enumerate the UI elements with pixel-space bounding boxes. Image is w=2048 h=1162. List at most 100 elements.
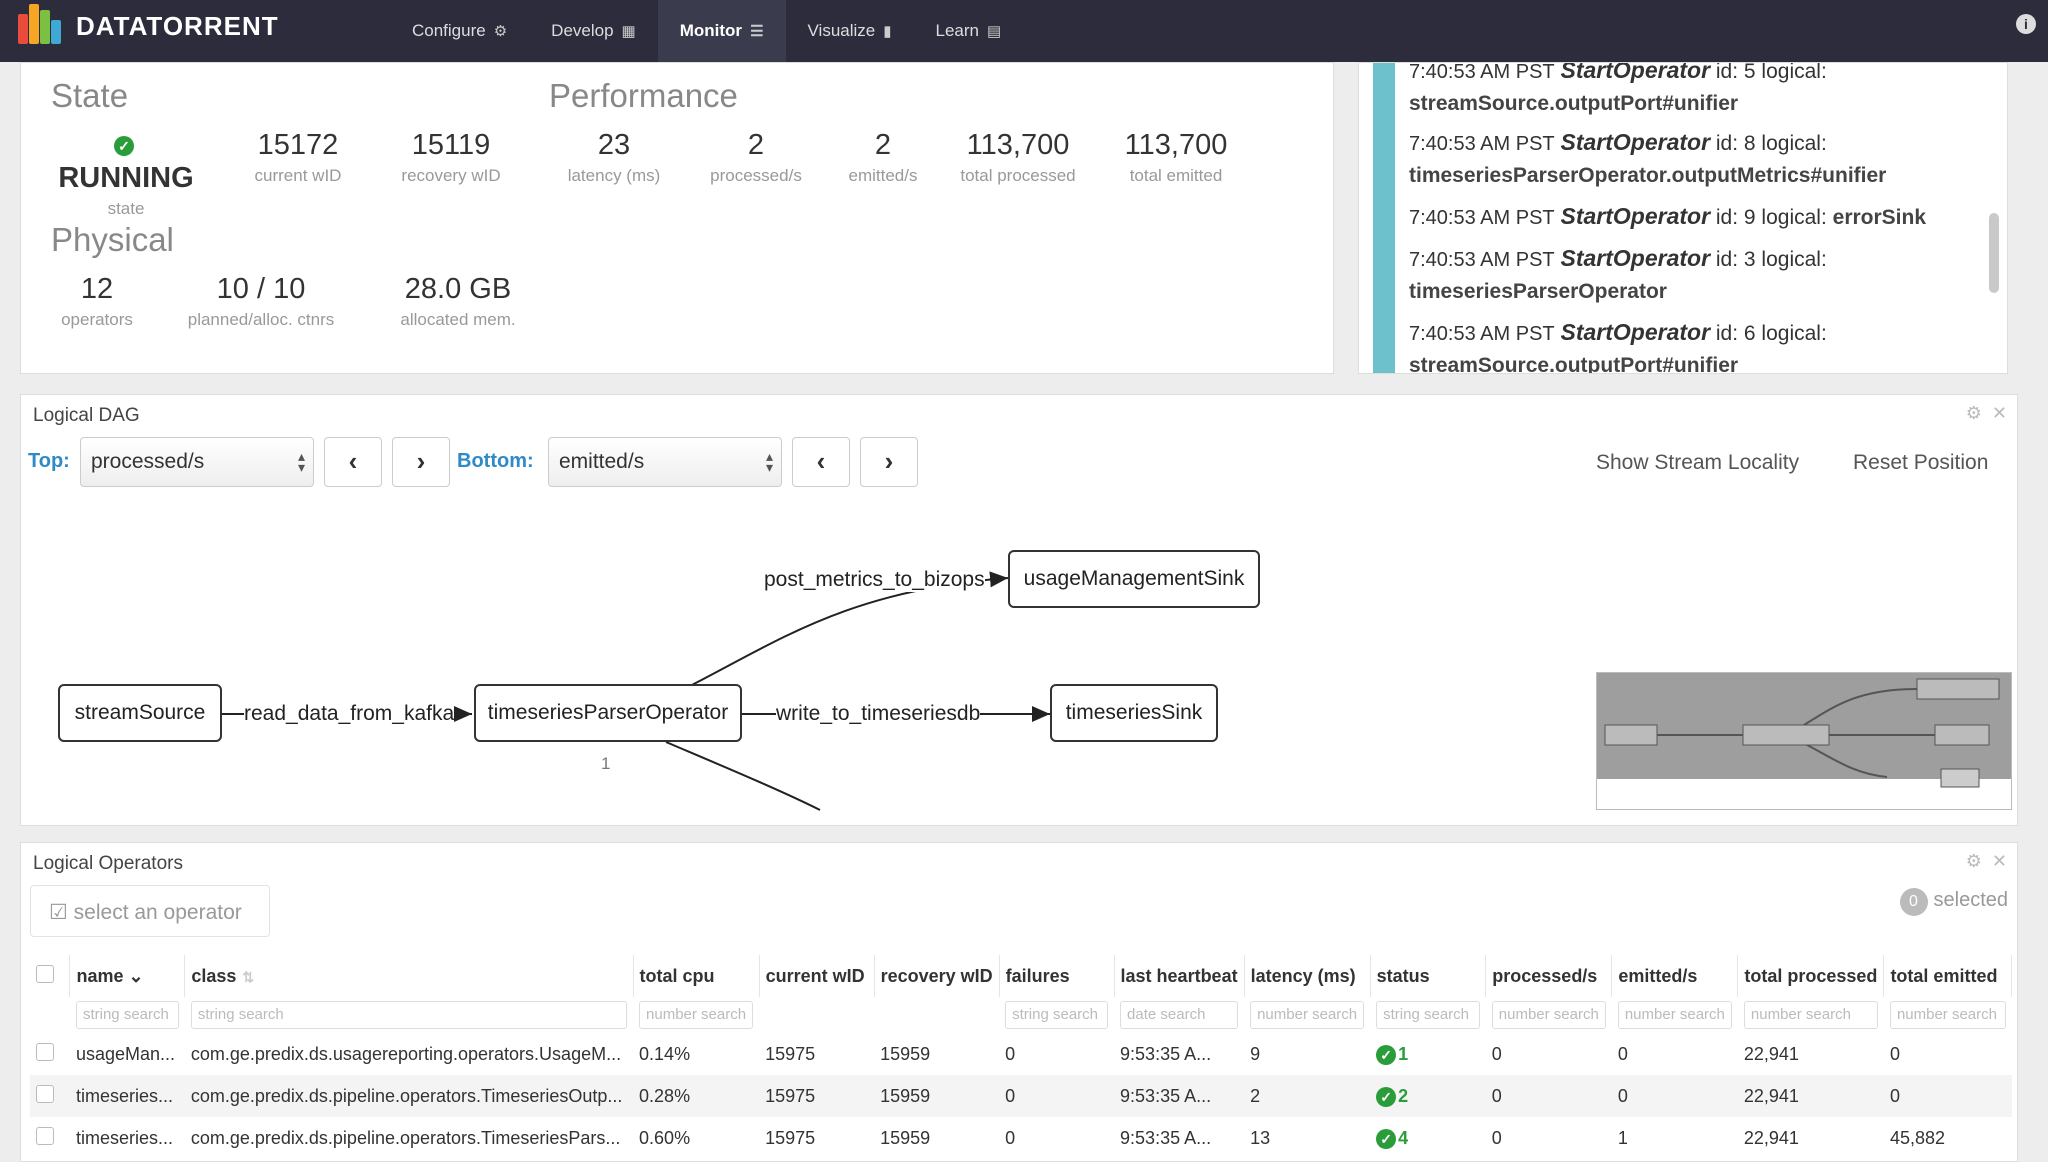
cell-failures: 0 (1005, 1043, 1016, 1064)
col-recovery-wid[interactable]: recovery wID (874, 955, 1000, 997)
total-processed-filter-input[interactable]: number search (1743, 1001, 1878, 1029)
col-last-heartbeat[interactable]: last heartbeat (1114, 955, 1245, 997)
filter-cell: string search (1370, 997, 1486, 1033)
edge-label-kafka: read_data_from_kafka (244, 702, 455, 726)
table-row[interactable]: timeseries... com.ge.predix.ds.pipeline.… (30, 1075, 2012, 1117)
filter-cell: string search (999, 997, 1114, 1033)
status-count: 4 (1398, 1127, 1409, 1148)
cpu-filter-input[interactable]: number search (639, 1001, 754, 1029)
filter-cell: string search (185, 997, 633, 1033)
cell-recovery-wid: 15959 (880, 1127, 931, 1148)
col-label: class (191, 965, 237, 986)
row-select-cell[interactable] (30, 1033, 70, 1075)
heartbeat-filter-input[interactable]: date search (1120, 1001, 1239, 1029)
class-filter-input[interactable]: string search (190, 1001, 628, 1029)
col-emitted[interactable]: emitted/s (1611, 955, 1739, 997)
dag-node-streamsource[interactable]: streamSource (58, 684, 222, 742)
cell-heartbeat: 9:53:35 A... (1120, 1085, 1212, 1106)
dag-node-parser[interactable]: timeseriesParserOperator (474, 684, 742, 742)
filter-cell (30, 997, 70, 1033)
row-checkbox[interactable] (36, 1084, 54, 1103)
filter-cell: string search (70, 997, 185, 1033)
cell-emitted: 0 (1617, 1043, 1628, 1064)
cell-total-emitted: 0 (1889, 1043, 1900, 1064)
table-header: name ⌄ class ⇅ total cpu current wID reco… (30, 955, 2012, 997)
minimap-node (1742, 724, 1830, 746)
cell-cpu: 0.14% (639, 1043, 691, 1064)
edge-bizops (689, 571, 1009, 687)
cell-failures: 0 (1005, 1127, 1016, 1148)
cell-processed: 0 (1491, 1127, 1502, 1148)
failures-filter-input[interactable]: string search (1005, 1001, 1109, 1029)
cell-cpu: 0.60% (639, 1127, 691, 1148)
dag-node-usage-sink[interactable]: usageManagementSink (1008, 550, 1260, 608)
cell-current-wid: 15975 (765, 1043, 816, 1064)
cell-class: com.ge.predix.ds.pipeline.operators.Time… (190, 1085, 623, 1106)
filter-cell: number search (1884, 997, 2012, 1033)
filter-cell: number search (1244, 997, 1370, 1033)
col-failures[interactable]: failures (999, 955, 1115, 997)
parser-metric: 1 (601, 754, 611, 773)
select-operator-button[interactable]: ☑ select an operator (30, 885, 270, 937)
select-all-cell[interactable] (30, 955, 71, 997)
cell-processed: 0 (1491, 1085, 1502, 1106)
minimap-node (1940, 768, 1980, 788)
row-checkbox[interactable] (36, 1126, 54, 1145)
cell-total-processed: 22,941 (1743, 1127, 1799, 1148)
cell-name[interactable]: timeseries... (70, 1075, 185, 1117)
total-emitted-filter-input[interactable]: number search (1889, 1001, 2006, 1029)
col-total-processed[interactable]: total processed (1737, 955, 1885, 997)
cell-status: ✓ 1 (1370, 1033, 1486, 1075)
table-row[interactable]: timeseries... com.ge.predix.ds.pipeline.… (30, 1117, 2012, 1159)
col-status[interactable]: status (1370, 955, 1487, 997)
cell-status: ✓ 4 (1370, 1117, 1486, 1159)
cell-heartbeat: 9:53:35 A... (1120, 1043, 1212, 1064)
cell-recovery-wid: 15959 (880, 1043, 931, 1064)
panel-tools: ⚙ ✕ (1966, 851, 2007, 872)
col-latency[interactable]: latency (ms) (1244, 955, 1371, 997)
select-all-checkbox[interactable] (36, 964, 54, 983)
emitted-filter-input[interactable]: number search (1617, 1001, 1732, 1029)
col-total-emitted[interactable]: total emitted (1883, 955, 2012, 997)
selected-badge: 0 (1899, 888, 1928, 916)
minimap-node (1604, 724, 1658, 746)
gear-icon[interactable]: ⚙ (1966, 851, 1982, 872)
cell-emitted: 0 (1617, 1085, 1628, 1106)
cell-processed: 0 (1491, 1043, 1502, 1064)
cell-latency: 2 (1250, 1085, 1261, 1106)
cell-name[interactable]: timeseries... (70, 1117, 185, 1159)
cell-current-wid: 15975 (765, 1127, 816, 1148)
latency-filter-input[interactable]: number search (1250, 1001, 1365, 1029)
col-name[interactable]: name ⌄ (69, 955, 186, 997)
col-current-wid[interactable]: current wID (759, 955, 875, 997)
cell-total-processed: 22,941 (1743, 1043, 1799, 1064)
minimap-node (1934, 724, 1990, 746)
col-class[interactable]: class ⇅ (184, 955, 634, 997)
dag-node-ts-sink[interactable]: timeseriesSink (1050, 684, 1218, 742)
filter-cell: number search (1738, 997, 1884, 1033)
cell-heartbeat: 9:53:35 A... (1120, 1127, 1212, 1148)
col-processed[interactable]: processed/s (1485, 955, 1613, 997)
row-checkbox[interactable] (36, 1042, 54, 1061)
processed-filter-input[interactable]: number search (1491, 1001, 1606, 1029)
dag-minimap[interactable] (1596, 672, 2012, 810)
close-icon[interactable]: ✕ (1992, 851, 2007, 872)
status-filter-input[interactable]: string search (1376, 1001, 1480, 1029)
sort-icon: ⇅ (242, 968, 255, 985)
edge-label-tsdb: write_to_timeseriesdb (776, 702, 981, 726)
operators-table: name ⌄ class ⇅ total cpu current wID reco… (30, 955, 2012, 1159)
checkbox-icon: ☑ (49, 901, 68, 924)
table-row[interactable]: usageMan... com.ge.predix.ds.usagereport… (30, 1033, 2012, 1075)
col-label: name (76, 965, 124, 986)
name-filter-input[interactable]: string search (75, 1001, 179, 1029)
check-circle-icon: ✓ (1376, 1044, 1397, 1065)
row-select-cell[interactable] (30, 1075, 70, 1117)
col-total-cpu[interactable]: total cpu (633, 955, 760, 997)
status-count: 1 (1398, 1043, 1409, 1064)
cell-name[interactable]: usageMan... (70, 1033, 185, 1075)
check-circle-icon: ✓ (1376, 1128, 1397, 1149)
row-select-cell[interactable] (30, 1117, 70, 1159)
edge-error (665, 741, 821, 811)
chevron-down-icon: ⌄ (128, 965, 144, 986)
cell-status: ✓ 2 (1370, 1075, 1486, 1117)
